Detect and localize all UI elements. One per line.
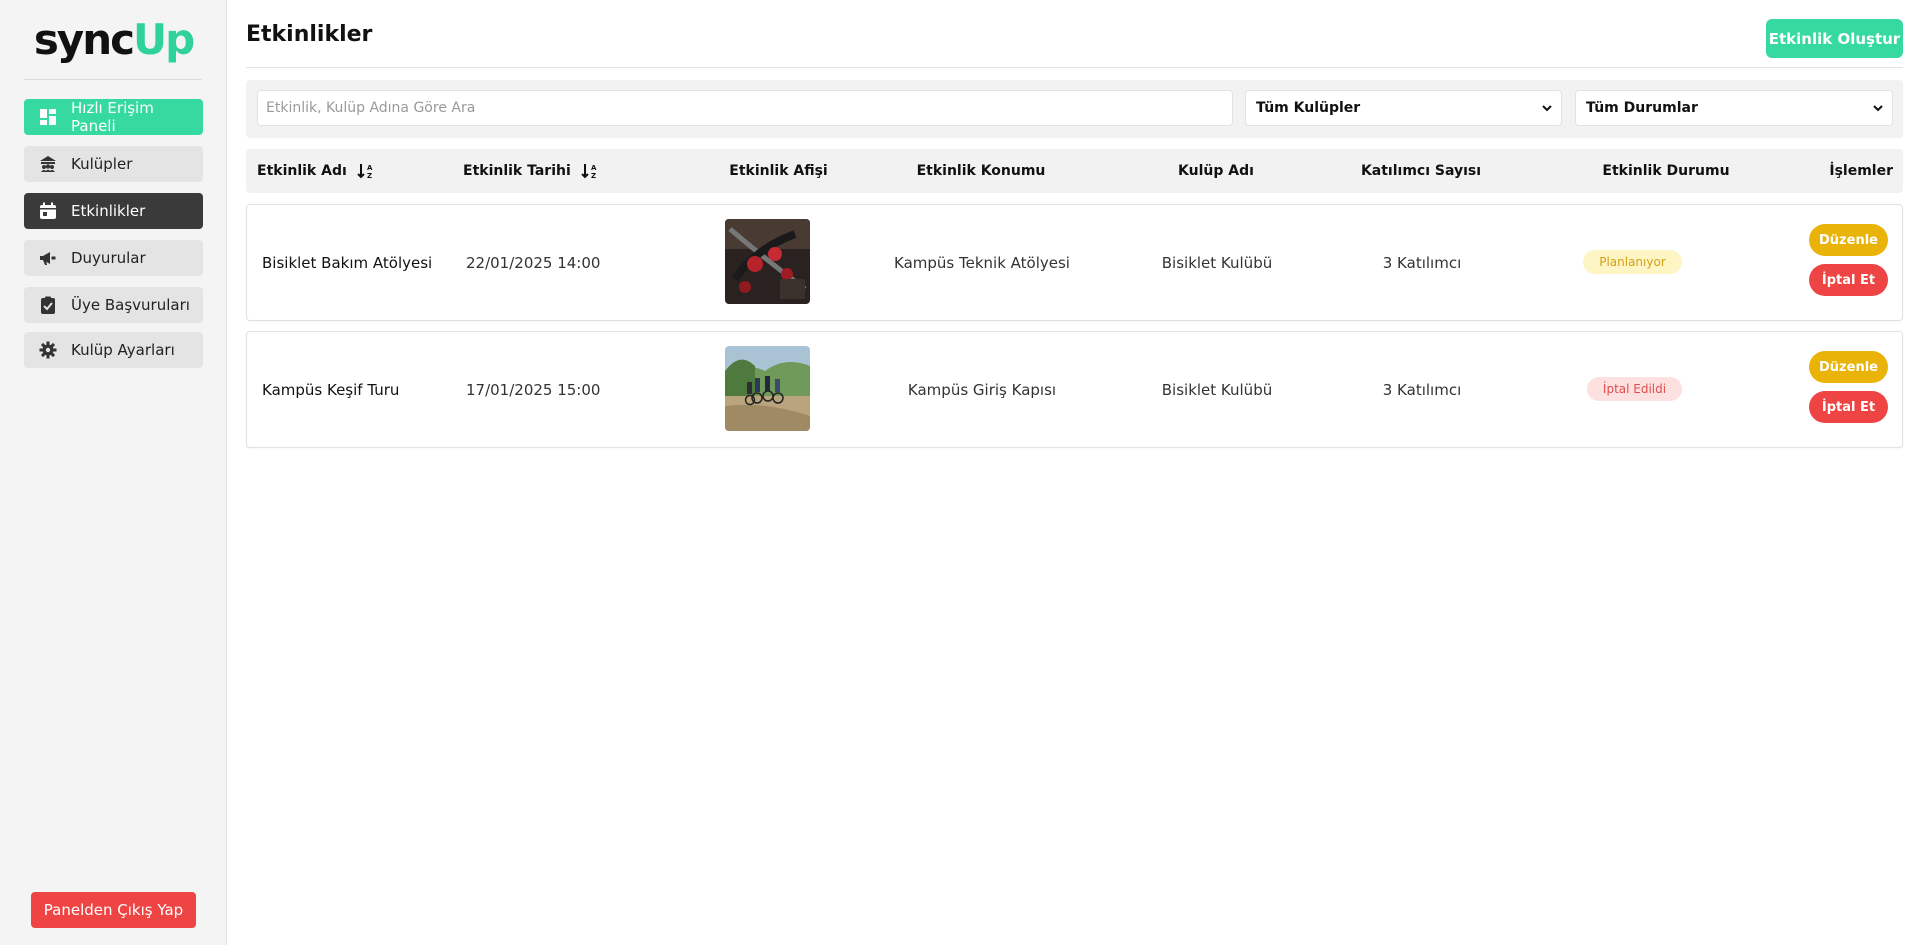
status-filter-value: Tüm Durumlar — [1586, 100, 1698, 116]
event-club: Bisiklet Kulübü — [1161, 380, 1273, 399]
dashboard-icon — [39, 108, 57, 126]
column-header-poster: Etkinlik Afişi — [729, 163, 828, 179]
sidebar-item-label: Kulüp Ayarları — [71, 341, 175, 359]
column-label: Etkinlik Tarihi — [463, 163, 571, 179]
filter-bar: Tüm Kulüpler Tüm Durumlar — [246, 80, 1903, 138]
svg-text:A: A — [591, 164, 597, 172]
event-club: Bisiklet Kulübü — [1161, 253, 1273, 272]
sidebar-item-label: Duyurular — [71, 249, 146, 267]
cancel-event-button[interactable]: İptal Et — [1809, 391, 1888, 423]
column-header-actions: İşlemler — [1829, 163, 1893, 179]
sidebar-item-club-settings[interactable]: Kulüp Ayarları — [24, 332, 203, 368]
sidebar-item-label: Kulüpler — [71, 155, 133, 173]
event-name: Kampüs Keşif Turu — [262, 380, 400, 399]
column-header-event-date: Etkinlik Tarihi AZ — [463, 149, 599, 193]
page-title: Etkinlikler — [246, 22, 373, 47]
sidebar-item-events[interactable]: Etkinlikler — [24, 193, 203, 229]
event-poster-image[interactable] — [725, 346, 810, 431]
column-header-club: Kulüp Adı — [1178, 163, 1254, 179]
sidebar: syncUp Hızlı Erişim Paneli Kulüpler Etki… — [0, 0, 227, 945]
edit-button[interactable]: Düzenle — [1809, 351, 1888, 383]
event-participants: 3 Katılımcı — [1382, 380, 1462, 399]
column-header-status: Etkinlik Durumu — [1602, 163, 1730, 179]
event-location: Kampüs Teknik Atölyesi — [894, 253, 1070, 272]
sidebar-item-label: Hızlı Erişim Paneli — [71, 99, 154, 135]
status-filter-select[interactable]: Tüm Durumlar — [1575, 90, 1893, 126]
column-header-location: Etkinlik Konumu — [916, 163, 1046, 179]
club-icon — [39, 155, 57, 173]
logout-button[interactable]: Panelden Çıkış Yap — [31, 892, 196, 928]
logo-text-sync: sync — [33, 15, 135, 64]
table-row: Kampüs Keşif Turu 17/01/2025 15:00 Kampü… — [246, 331, 1903, 448]
cancel-event-button[interactable]: İptal Et — [1809, 264, 1888, 296]
chevron-down-icon — [1873, 105, 1883, 112]
gear-icon — [39, 341, 57, 359]
event-location: Kampüs Giriş Kapısı — [907, 380, 1057, 399]
event-poster-image[interactable] — [725, 219, 810, 304]
club-filter-select[interactable]: Tüm Kulüpler — [1245, 90, 1562, 126]
chevron-down-icon — [1542, 105, 1552, 112]
table-row: Bisiklet Bakım Atölyesi 22/01/2025 14:00… — [246, 204, 1903, 321]
svg-text:Z: Z — [367, 172, 372, 180]
svg-text:A: A — [367, 164, 373, 172]
sidebar-item-member-applications[interactable]: Üye Başvuruları — [24, 287, 203, 323]
column-header-event-name: Etkinlik Adı AZ — [257, 149, 375, 193]
edit-button[interactable]: Düzenle — [1809, 224, 1888, 256]
event-participants: 3 Katılımcı — [1382, 253, 1462, 272]
calendar-icon — [39, 202, 57, 220]
logo-text-up: Up — [133, 15, 195, 64]
event-date: 17/01/2025 15:00 — [466, 380, 601, 399]
sidebar-item-quick-access[interactable]: Hızlı Erişim Paneli — [24, 99, 203, 135]
column-header-participants: Katılımcı Sayısı — [1360, 163, 1482, 179]
create-event-button[interactable]: Etkinlik Oluştur — [1766, 19, 1903, 58]
logo-divider — [24, 79, 202, 80]
club-filter-value: Tüm Kulüpler — [1256, 100, 1361, 116]
sort-icon[interactable]: AZ — [581, 162, 599, 180]
clipboard-check-icon — [39, 296, 57, 314]
megaphone-icon — [39, 249, 57, 267]
status-badge: İptal Edildi — [1587, 377, 1682, 401]
sidebar-item-announcements[interactable]: Duyurular — [24, 240, 203, 276]
sidebar-item-label: Üye Başvuruları — [71, 296, 190, 314]
sidebar-item-label: Etkinlikler — [71, 202, 146, 220]
event-date: 22/01/2025 14:00 — [466, 253, 601, 272]
sidebar-item-clubs[interactable]: Kulüpler — [24, 146, 203, 182]
table-header: Etkinlik Adı AZ Etkinlik Tarihi AZ Etkin… — [246, 149, 1903, 193]
search-input[interactable] — [257, 90, 1233, 126]
syncup-logo[interactable]: syncUp — [0, 14, 227, 66]
svg-text:Z: Z — [591, 172, 596, 180]
status-badge: Planlanıyor — [1583, 250, 1682, 274]
column-label: Etkinlik Adı — [257, 163, 347, 179]
sort-icon[interactable]: AZ — [357, 162, 375, 180]
header-divider — [246, 67, 1903, 68]
event-name: Bisiklet Bakım Atölyesi — [262, 253, 433, 272]
